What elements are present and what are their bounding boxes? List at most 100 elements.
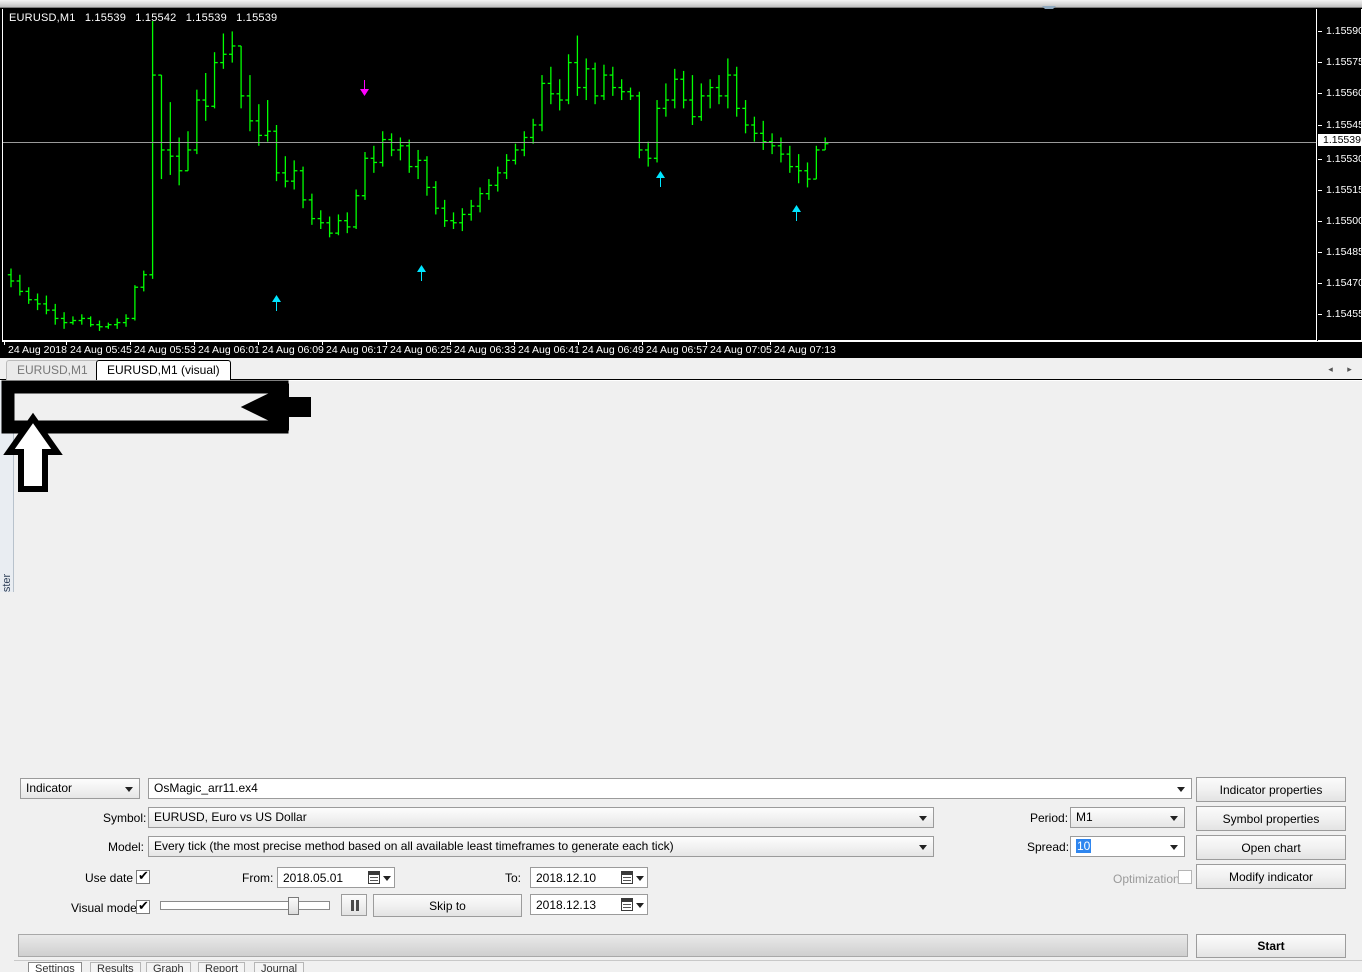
chevron-down-icon (383, 876, 391, 881)
tab-scroll-right-icon[interactable]: ▸ (1344, 364, 1355, 376)
symbol-label: Symbol: (103, 811, 146, 825)
chevron-down-icon (636, 903, 644, 908)
bottom-tab-settings[interactable]: Settings (28, 962, 82, 972)
period-dropdown[interactable]: M1 (1070, 807, 1185, 828)
period-value: M1 (1076, 810, 1093, 824)
pause-icon-bar-right (356, 900, 359, 911)
bottom-tab-journal[interactable]: Journal (254, 962, 304, 972)
start-button[interactable]: Start (1196, 934, 1346, 958)
chevron-down-icon (636, 876, 644, 881)
chevron-down-icon (125, 787, 133, 792)
tester-bottom-tab-bar: Settings Results Graph Report Journal (14, 960, 1362, 972)
expert-file-value: OsMagic_arr11.ex4 (154, 781, 258, 795)
bottom-tab-graph[interactable]: Graph (146, 962, 191, 972)
tab-scroll-left-icon[interactable]: ◂ (1325, 364, 1336, 376)
use-date-checkbox[interactable] (136, 870, 150, 884)
time-tick: 24 Aug 06:49 (582, 344, 644, 356)
tester-vertical-tab[interactable]: ster (0, 381, 14, 592)
expert-file-dropdown[interactable]: OsMagic_arr11.ex4 (148, 778, 1192, 799)
expert-type-dropdown[interactable]: Indicator (20, 778, 140, 799)
calendar-icon (368, 871, 380, 884)
time-axis[interactable]: 24 Aug 201824 Aug 05:4524 Aug 05:5324 Au… (2, 341, 1362, 358)
chart-tab-eurusd-m1[interactable]: EURUSD,M1 (6, 360, 99, 380)
time-tick: 24 Aug 06:09 (262, 344, 324, 356)
spread-dropdown[interactable]: 10 (1070, 836, 1185, 857)
open-chart-button[interactable]: Open chart (1196, 835, 1346, 860)
period-label: Period: (1030, 811, 1068, 825)
price-tick: 1.15515 (1318, 184, 1361, 196)
pause-icon-bar-left (351, 900, 354, 911)
to-date-value: 2018.12.10 (536, 871, 596, 885)
test-progress-bar (18, 934, 1188, 957)
chevron-down-icon (1170, 845, 1178, 850)
chart-symbol-period: EURUSD,M1 (9, 12, 76, 24)
symbol-properties-button[interactable]: Symbol properties (1196, 806, 1346, 831)
indicator-properties-button[interactable]: Indicator properties (1196, 777, 1346, 802)
time-tick: 24 Aug 06:17 (326, 344, 388, 356)
bottom-tab-report[interactable]: Report (198, 962, 245, 972)
chart-panel: EURUSD,M1 1.15539 1.15542 1.15539 1.1553… (0, 0, 1362, 358)
model-label: Model: (108, 840, 144, 854)
optimization-checkbox[interactable] (1178, 870, 1192, 884)
price-tick: 1.15575 (1318, 56, 1361, 68)
strategy-tester-panel: ster × Indicator OsMagic_arr11.ex4 Symbo… (0, 380, 1362, 591)
time-tick: 24 Aug 06:57 (646, 344, 708, 356)
visual-mode-label: Visual mode (71, 901, 137, 915)
pause-button[interactable] (341, 894, 367, 916)
price-axis[interactable]: 1.15590 1.15575 1.15560 1.15545 1.15530 1.155… (1318, 9, 1362, 341)
chart-tab-bar: EURUSD,M1 EURUSD,M1 (visual) ◂ ▸ (0, 358, 1362, 380)
calendar-icon (621, 871, 633, 884)
time-tick: 24 Aug 06:41 (518, 344, 580, 356)
price-tick: 1.15485 (1318, 246, 1361, 258)
visual-mode-speed-slider[interactable] (160, 897, 330, 913)
price-tick: 1.15545 (1318, 119, 1361, 131)
skip-to-date-value: 2018.12.13 (536, 898, 596, 912)
price-tick: 1.15590 (1318, 25, 1361, 37)
tester-close-icon[interactable]: × (2, 389, 8, 401)
from-date-field[interactable]: 2018.05.01 (277, 867, 395, 888)
skip-to-date-field[interactable]: 2018.12.13 (530, 894, 648, 915)
visual-mode-checkbox[interactable] (136, 900, 150, 914)
price-tick: 1.15470 (1318, 277, 1361, 289)
time-tick: 24 Aug 06:01 (198, 344, 260, 356)
optimization-label: Optimization (1113, 872, 1180, 886)
signal-arrows (3, 9, 1317, 341)
price-tick: 1.15560 (1318, 87, 1361, 99)
slider-track (160, 901, 330, 910)
symbol-value: EURUSD, Euro vs US Dollar (154, 810, 307, 824)
to-date-field[interactable]: 2018.12.10 (530, 867, 648, 888)
spread-value: 10 (1076, 839, 1091, 853)
bottom-tab-results[interactable]: Results (90, 962, 141, 972)
price-tick: 1.15530 (1318, 153, 1361, 165)
time-tick: 24 Aug 06:33 (454, 344, 516, 356)
time-tick: 24 Aug 06:25 (390, 344, 452, 356)
to-label: To: (505, 871, 521, 885)
chart-plot-area[interactable]: EURUSD,M1 1.15539 1.15542 1.15539 1.1553… (2, 9, 1317, 341)
calendar-icon (621, 898, 633, 911)
modify-indicator-button[interactable]: Modify indicator (1196, 864, 1346, 889)
price-cursor-line (3, 142, 1316, 143)
spread-label: Spread: (1027, 840, 1069, 854)
chart-low-price: 1.15539 (186, 12, 227, 24)
chevron-down-icon (1177, 787, 1185, 792)
chart-high-price: 1.15542 (135, 12, 176, 24)
chevron-down-icon (1170, 816, 1178, 821)
chart-tab-eurusd-m1-visual[interactable]: EURUSD,M1 (visual) (96, 360, 231, 380)
chevron-down-icon (919, 816, 927, 821)
tester-vertical-label: ster (1, 561, 15, 605)
current-price-label: 1.15539 (1318, 134, 1361, 146)
time-tick: 24 Aug 2018 (8, 344, 67, 356)
model-value: Every tick (the most precise method base… (154, 839, 674, 853)
expert-type-value: Indicator (26, 781, 72, 795)
chart-open-price: 1.15539 (85, 12, 126, 24)
skip-to-button[interactable]: Skip to (373, 894, 522, 917)
chart-header: EURUSD,M1 1.15539 1.15542 1.15539 1.1553… (9, 12, 283, 24)
chart-top-border (0, 0, 1362, 8)
from-date-value: 2018.05.01 (283, 871, 343, 885)
chart-close-price: 1.15539 (236, 12, 277, 24)
time-tick: 24 Aug 07:05 (710, 344, 772, 356)
symbol-dropdown[interactable]: EURUSD, Euro vs US Dollar (148, 807, 934, 828)
use-date-label: Use date (85, 871, 133, 885)
model-dropdown[interactable]: Every tick (the most precise method base… (148, 836, 934, 857)
slider-thumb[interactable] (288, 897, 299, 915)
